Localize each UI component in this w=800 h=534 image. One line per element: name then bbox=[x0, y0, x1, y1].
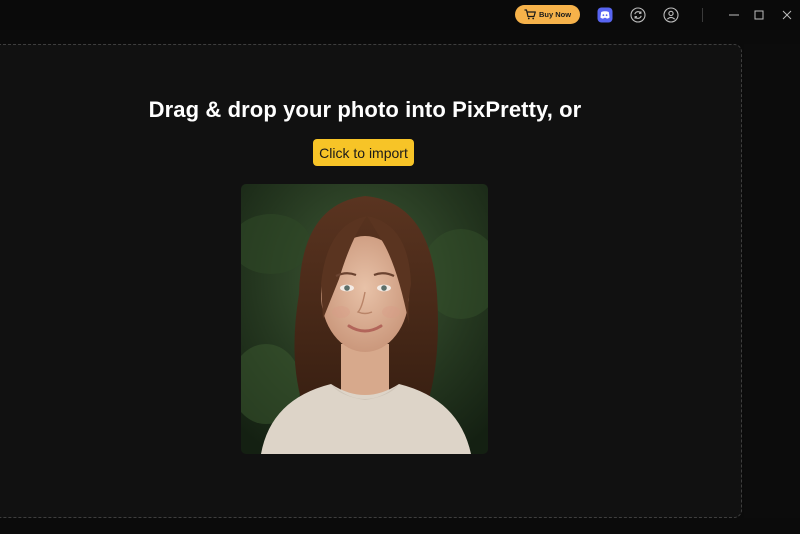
buy-now-button[interactable]: Buy Now bbox=[515, 5, 580, 24]
cart-icon bbox=[524, 9, 536, 20]
right-side-panel bbox=[744, 44, 800, 518]
close-icon[interactable] bbox=[779, 7, 795, 23]
maximize-icon[interactable] bbox=[751, 7, 767, 23]
sample-portrait-photo[interactable] bbox=[241, 184, 488, 454]
sync-icon[interactable] bbox=[629, 6, 647, 24]
buy-now-label: Buy Now bbox=[538, 10, 572, 19]
drop-instruction-heading: Drag & drop your photo into PixPretty, o… bbox=[148, 97, 582, 122]
user-icon[interactable] bbox=[662, 6, 680, 24]
discord-icon[interactable] bbox=[596, 6, 614, 24]
minimize-icon[interactable] bbox=[726, 7, 742, 23]
app-window: Buy Now Drag & drop your photo into PixP… bbox=[0, 0, 800, 534]
title-bar: Buy Now bbox=[0, 0, 800, 30]
titlebar-divider bbox=[702, 8, 703, 22]
click-to-import-button[interactable]: Click to import bbox=[313, 139, 414, 166]
